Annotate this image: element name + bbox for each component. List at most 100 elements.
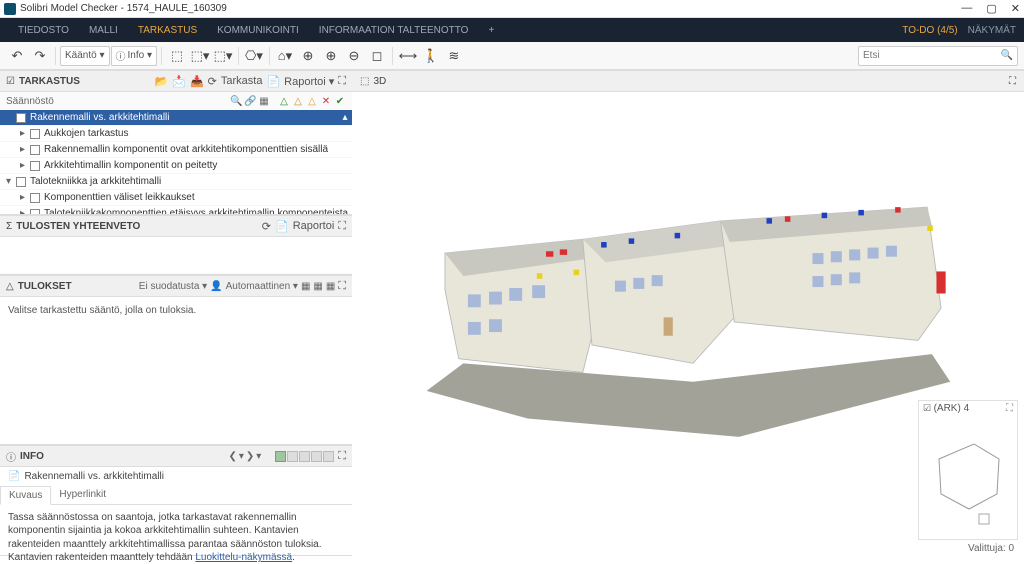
info-description: Tassa säännöstossa on saantoja, jotka ta…	[0, 505, 352, 555]
layers-icon[interactable]: ≋	[443, 45, 465, 67]
info-subtitle: Rakennemalli vs. arkkitehtimalli	[24, 471, 164, 482]
expand-icon[interactable]: ⛶	[1009, 76, 1016, 87]
menu-malli[interactable]: MALLI	[79, 25, 128, 36]
panel-save-icon[interactable]: 📩	[172, 75, 186, 88]
expand-icon[interactable]: ⛶	[338, 220, 346, 233]
panel-title: TULOSTEN YHTEENVETO	[16, 221, 140, 232]
tree-label: Rakennemallin komponentit ovat arkkiteht…	[44, 144, 328, 155]
kaanto-dropdown[interactable]: Kääntö ▾	[60, 46, 110, 66]
prev-icon[interactable]: ❮	[228, 451, 236, 462]
panel-info: ⓘ INFO ❮▾ ❯▾ ⛶ 📄 Rakennemalli vs. arkkit…	[0, 445, 352, 556]
close-button[interactable]: ✕	[1011, 2, 1020, 15]
panel-title: INFO	[20, 451, 44, 462]
rule-tree[interactable]: Rakennemalli vs. arkkitehtimalli▴▸Aukkoj…	[0, 110, 352, 214]
tree-row[interactable]: ▸Aukkojen tarkastus	[0, 126, 352, 142]
expand-icon[interactable]: ⛶	[338, 450, 346, 463]
redo-button[interactable]: ↷	[29, 45, 51, 67]
building-model[interactable]	[392, 152, 994, 446]
results-empty-text: Valitse tarkastettu sääntö, jolla on tul…	[0, 297, 352, 444]
tree-label: Rakennemalli vs. arkkitehtimalli	[30, 112, 170, 123]
tree-row[interactable]: ▸Talotekniikkakomponenttien etäisyys ark…	[0, 206, 352, 214]
summary-refresh-icon[interactable]: ⟳	[262, 220, 271, 233]
results-icon: △	[6, 281, 14, 292]
panel-save2-icon[interactable]: 📥	[190, 75, 204, 88]
tree-row[interactable]: ▸Rakennemallin komponentit ovat arkkiteh…	[0, 142, 352, 158]
summary-report-button[interactable]: Raportoi	[293, 220, 335, 232]
checklist-icon: ☑	[6, 76, 15, 87]
tool-icon-1[interactable]: ⬚	[166, 45, 188, 67]
tree-row[interactable]: ▸Arkkitehtimallin komponentit on peitett…	[0, 158, 352, 174]
menu-tiedosto[interactable]: TIEDOSTO	[8, 25, 79, 36]
search-small-icon[interactable]: 🔍	[230, 96, 242, 107]
report-icon[interactable]: 📄	[266, 75, 280, 88]
tab-kuvaus[interactable]: Kuvaus	[0, 486, 51, 505]
info-icon: ⓘ	[6, 449, 16, 464]
canvas-3d[interactable]: ☑ (ARK) 4 ⛶ Valittuja: 0	[352, 92, 1024, 556]
check-button[interactable]: Tarkasta	[221, 75, 263, 87]
cube-icon[interactable]: ⎔▾	[243, 45, 265, 67]
props-icon[interactable]: ▦	[258, 96, 270, 107]
expand-icon[interactable]: ⛶	[338, 75, 346, 88]
nakymat-link[interactable]: NÄKYMÄT	[968, 25, 1016, 36]
panel-tulosten: Σ TULOSTEN YHTEENVETO ⟳ 📄 Raportoi ⛶	[0, 215, 352, 275]
tree-label: Talotekniikka ja arkkitehtimalli	[30, 176, 161, 187]
filter1-dropdown[interactable]: Ei suodatusta ▾	[139, 281, 207, 292]
minimap[interactable]: ☑ (ARK) 4 ⛶	[918, 400, 1018, 540]
error-icon: ✕	[320, 96, 332, 107]
minimize-button[interactable]: —	[961, 2, 972, 15]
undo-button[interactable]: ↶	[6, 45, 28, 67]
cube3-icon[interactable]: ▦	[326, 281, 335, 292]
minimap-label: ☑ (ARK) 4	[923, 403, 969, 414]
person-icon[interactable]: 👤	[210, 281, 222, 292]
tree-row[interactable]: ▸Komponenttien väliset leikkaukset	[0, 190, 352, 206]
summary-report-icon[interactable]: 📄	[275, 220, 289, 233]
home-view-icon[interactable]: ⌂▾	[274, 45, 296, 67]
zoom-window-icon[interactable]: ◻	[366, 45, 388, 67]
search-box[interactable]: 🔍	[858, 46, 1018, 66]
rule-tool-icons: 🔍 🔗 ▦	[230, 96, 270, 107]
report-button[interactable]: Raportoi ▾	[284, 75, 334, 88]
maximize-button[interactable]: ▢	[986, 2, 996, 15]
menu-informaation[interactable]: INFORMAATION TALTEENOTTO	[309, 25, 479, 36]
search-input[interactable]	[863, 50, 1001, 61]
zoom-fit-icon[interactable]: ⊕	[297, 45, 319, 67]
panel-refresh-icon[interactable]: ⟳	[208, 75, 217, 88]
link-icon[interactable]: 🔗	[244, 96, 256, 107]
todo-link[interactable]: TO-DO (4/5)	[902, 25, 957, 36]
info-link[interactable]: Luokittelu-näkymässä	[195, 552, 292, 563]
tool-icon-3[interactable]: ⬚▾	[212, 45, 234, 67]
title-bar: Solibri Model Checker - 1574_HAULE_16030…	[0, 0, 1024, 18]
search-icon[interactable]: 🔍	[1001, 50, 1013, 61]
status-legend: △ △ △ ✕ ✔	[278, 96, 346, 107]
tool-icon-2[interactable]: ⬚▾	[189, 45, 211, 67]
tree-row[interactable]: ▾Talotekniikka ja arkkitehtimalli	[0, 174, 352, 190]
info-cube-icons[interactable]	[275, 451, 334, 462]
tree-row[interactable]: Rakennemalli vs. arkkitehtimalli▴	[0, 110, 352, 126]
minimap-close-icon[interactable]: ⛶	[1006, 403, 1013, 414]
window-title: Solibri Model Checker - 1574_HAULE_16030…	[20, 3, 227, 14]
menu-kommunikointi[interactable]: KOMMUNIKOINTI	[207, 25, 309, 36]
next-icon[interactable]: ❯	[246, 451, 254, 462]
filter2-dropdown[interactable]: Automaattinen ▾	[226, 281, 298, 292]
app-icon	[4, 3, 16, 15]
zoom-in-icon[interactable]: ⊕	[320, 45, 342, 67]
cube3d-icon: ⬚	[360, 76, 369, 87]
section-icon[interactable]: ⟷	[397, 45, 419, 67]
walk-icon[interactable]: 🚶	[420, 45, 442, 67]
viewport-3d[interactable]: ⬚ 3D ⛶	[352, 70, 1024, 556]
rules-label: Säännöstö	[6, 96, 54, 107]
menu-add[interactable]: +	[478, 25, 504, 36]
panel-open-icon[interactable]: 📂	[155, 75, 169, 88]
tree-label: Talotekniikkakomponenttien etäisyys arkk…	[44, 208, 348, 214]
zoom-out-icon[interactable]: ⊖	[343, 45, 365, 67]
expand-icon[interactable]: ⛶	[338, 280, 346, 293]
panel-tarkastus: ☑ TARKASTUS 📂 📩 📥 ⟳ Tarkasta 📄 Raportoi …	[0, 70, 352, 215]
cube1-icon[interactable]: ▦	[301, 281, 310, 292]
info-dropdown[interactable]: ⓘInfo ▾	[111, 46, 157, 66]
doc-icon: 📄	[8, 471, 20, 482]
warn2-icon: △	[306, 96, 318, 107]
cube2-icon[interactable]: ▦	[313, 281, 322, 292]
menu-tarkastus[interactable]: TARKASTUS	[128, 25, 207, 36]
tab-hyperlinkit[interactable]: Hyperlinkit	[51, 486, 114, 504]
selection-count: Valittuja: 0	[968, 543, 1014, 554]
